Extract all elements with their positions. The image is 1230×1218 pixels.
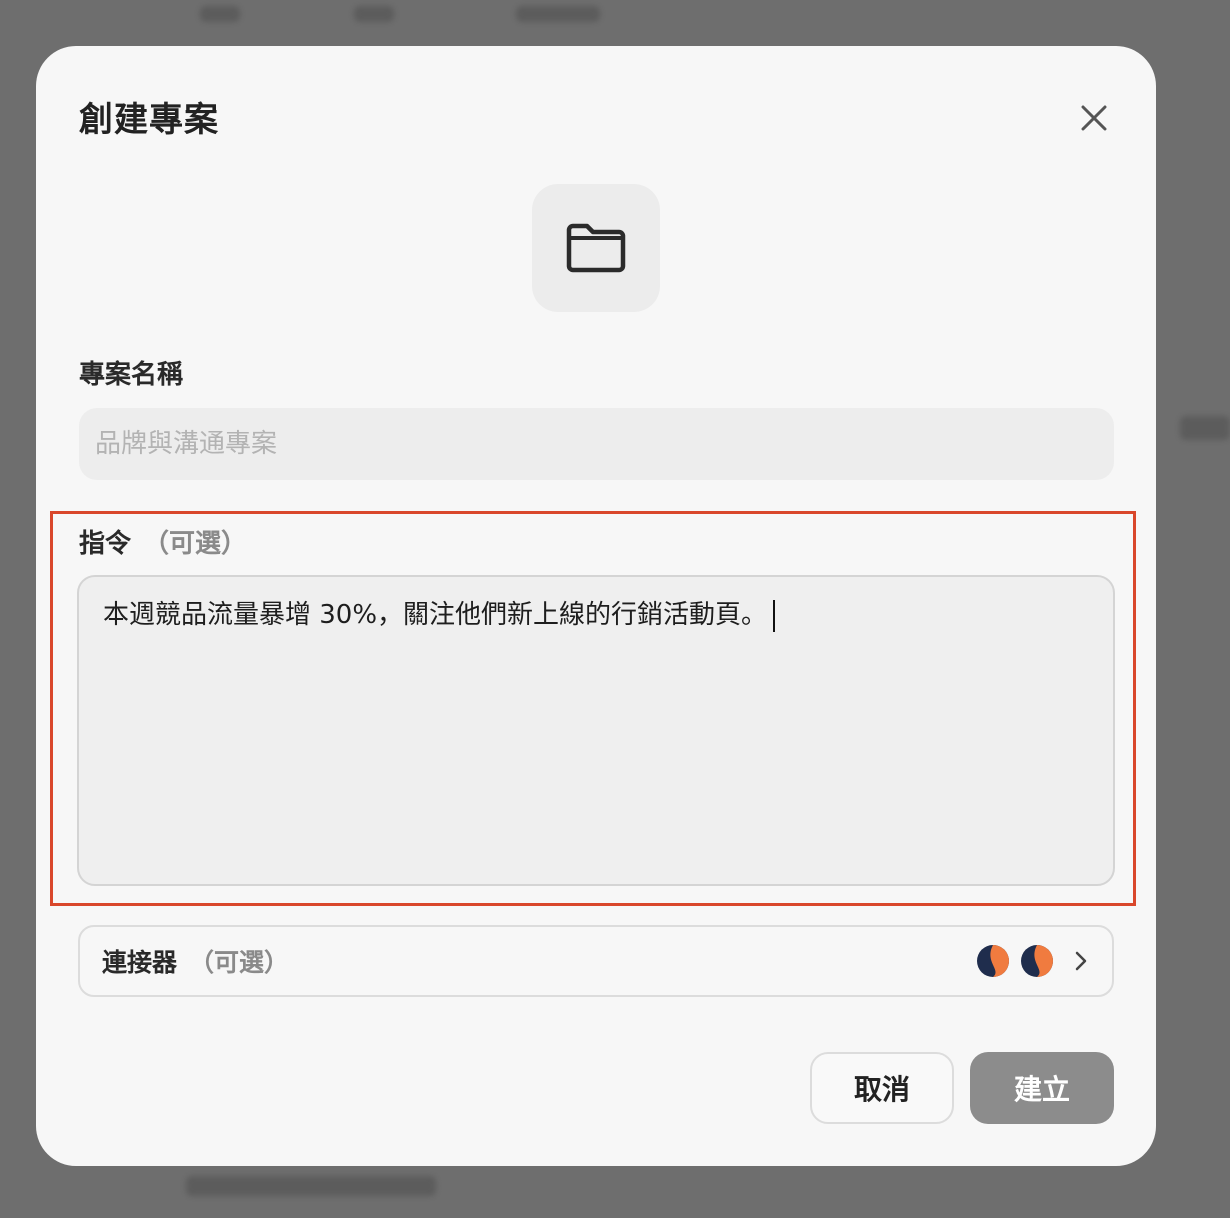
- chevron-right-icon: [1075, 951, 1087, 971]
- close-button[interactable]: [1076, 100, 1112, 136]
- background-text: [1180, 416, 1230, 440]
- connectors-label: 連接器: [102, 948, 178, 977]
- instructions-text: 本週競品流量暴增 30%，關注他們新上線的行銷活動頁。: [103, 600, 768, 630]
- create-project-dialog: 創建專案 專案名稱 指令 （可選） 本週競品流量暴增 30%，關注他們新上線的行銷…: [36, 46, 1156, 1166]
- project-icon-picker[interactable]: [532, 184, 660, 312]
- instructions-textarea[interactable]: 本週競品流量暴增 30%，關注他們新上線的行銷活動頁。: [77, 575, 1115, 886]
- dialog-title: 創建專案: [79, 100, 219, 140]
- text-caret: [773, 599, 776, 632]
- background-text: [200, 6, 240, 22]
- project-name-input[interactable]: [79, 408, 1114, 480]
- instructions-label: 指令 （可選）: [79, 523, 247, 560]
- background-text: [516, 6, 600, 22]
- connectors-optional-text: （可選）: [189, 948, 290, 977]
- instructions-optional-text: （可選）: [143, 529, 248, 559]
- close-icon: [1081, 105, 1107, 131]
- create-button[interactable]: 建立: [970, 1052, 1114, 1124]
- background-text: [186, 1176, 436, 1196]
- connector-icons: [976, 944, 1090, 978]
- instructions-label-text: 指令: [79, 529, 132, 559]
- connector-logo-icon: [1021, 945, 1053, 977]
- background-text: [354, 6, 394, 22]
- folder-icon: [566, 223, 626, 273]
- cancel-button[interactable]: 取消: [810, 1052, 954, 1124]
- connectors-selector[interactable]: 連接器 （可選）: [78, 925, 1114, 997]
- project-name-label: 專案名稱: [79, 360, 184, 390]
- connector-logo-icon: [977, 945, 1009, 977]
